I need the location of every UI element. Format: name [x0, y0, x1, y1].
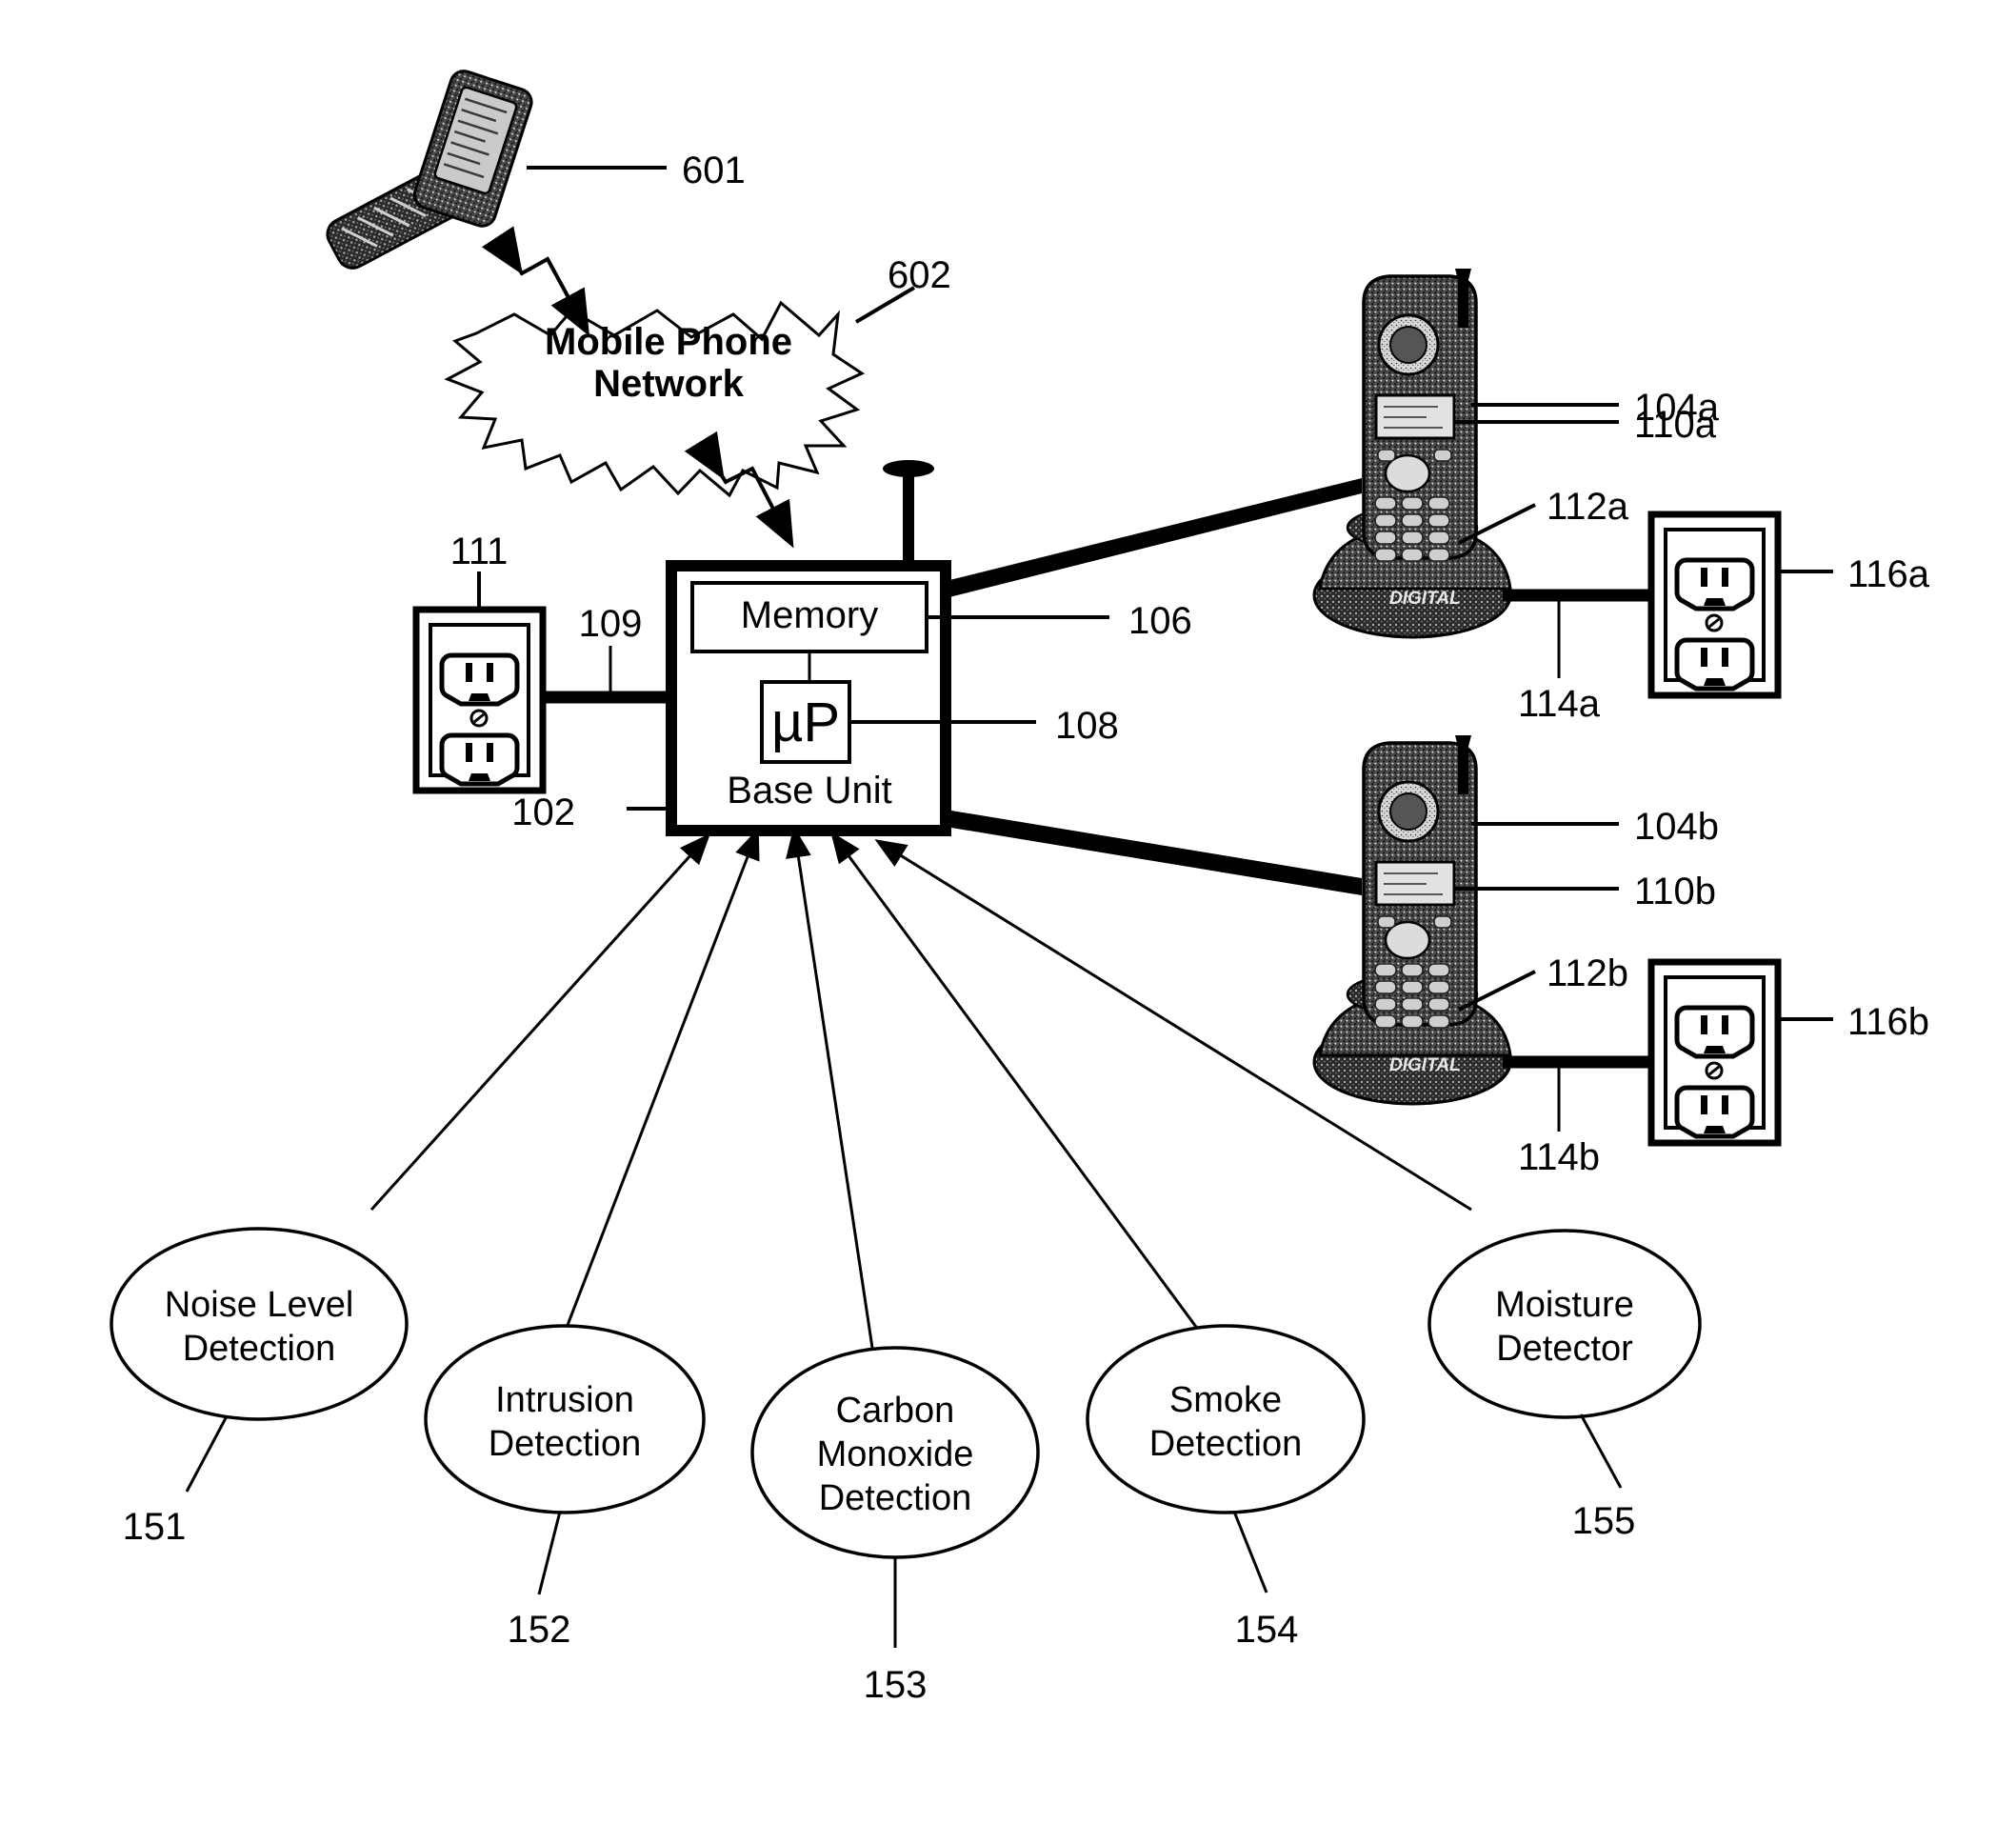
outlet-socket-upper-icon [439, 652, 520, 707]
ref-112b: 112b [1547, 952, 1628, 994]
leader-152 [537, 1511, 562, 1595]
sensor-153-line3: Detection [819, 1478, 972, 1518]
sensor-151-line2: Detection [183, 1329, 336, 1369]
wall-outlet-111 [412, 606, 547, 794]
outlet-socket-upper-icon-116b [1674, 1005, 1755, 1059]
ref-116a: 116a [1847, 553, 1930, 595]
ref-108: 108 [1055, 705, 1119, 747]
outlet-socket-lower-icon-116a [1674, 637, 1755, 692]
sensor-153-line2: Monoxide [817, 1434, 974, 1474]
outlet-socket-lower-icon-116b [1674, 1085, 1755, 1139]
cordless-handset-104a: DIGITAL [1312, 269, 1512, 639]
wall-outlet-116a [1647, 511, 1782, 699]
ref-155: 155 [1572, 1500, 1636, 1542]
ref-152: 152 [508, 1609, 571, 1651]
ref-151: 151 [123, 1506, 187, 1548]
sensor-node-151: Noise Level Detection [110, 1227, 409, 1421]
leader-155 [1579, 1413, 1623, 1489]
outlet-socket-upper-icon-116a [1674, 557, 1755, 611]
sensor-node-153: Carbon Monoxide Detection [750, 1346, 1040, 1559]
ref-601: 601 [682, 150, 746, 191]
rf-link-phone-network [481, 226, 590, 337]
ref-110b: 110b [1634, 871, 1716, 912]
link-153 [786, 826, 880, 1387]
sensor-151-line1: Noise Level [165, 1285, 354, 1325]
link-151 [369, 832, 711, 1212]
ref-154: 154 [1235, 1609, 1299, 1651]
ref-106: 106 [1128, 600, 1192, 642]
svg-text:DIGITAL: DIGITAL [1389, 1055, 1461, 1075]
sensor-154-line1: Smoke [1169, 1380, 1282, 1420]
ref-114b: 114b [1518, 1136, 1600, 1178]
base-unit-label: Base Unit [727, 770, 891, 812]
sensor-152-line1: Intrusion [495, 1380, 634, 1420]
sensor-links [369, 826, 1472, 1387]
cordless-handset-104b: DIGITAL [1312, 735, 1512, 1106]
sensor-node-152: Intrusion Detection [424, 1324, 706, 1514]
ref-110a: 110a [1634, 404, 1717, 446]
sensor-154-line2: Detection [1149, 1424, 1303, 1464]
ref-602: 602 [888, 254, 951, 296]
link-base-104b [946, 810, 1362, 895]
network-label-line2: Network [593, 363, 745, 405]
memory-label: Memory [741, 594, 878, 636]
leader-154 [1232, 1511, 1268, 1593]
patent-figure: 601 Mobile Phone Network 602 Memory µP B… [0, 0, 2016, 1824]
ref-116b: 116b [1847, 1001, 1929, 1043]
sensor-153-line1: Carbon [836, 1391, 955, 1431]
link-152 [558, 827, 760, 1346]
sensor-152-line2: Detection [489, 1424, 642, 1464]
link-base-104a [946, 478, 1362, 598]
outlet-socket-lower-icon [439, 732, 520, 787]
processor-label: µP [771, 692, 840, 753]
base-unit-block: Memory µP Base Unit [666, 560, 951, 836]
ref-112a: 112a [1547, 486, 1629, 528]
base-unit-antenna-icon [883, 460, 934, 570]
link-154 [830, 831, 1211, 1346]
ref-104b: 104b [1634, 806, 1719, 848]
sensor-node-155: Moisture Detector [1427, 1229, 1702, 1419]
ref-111: 111 [450, 531, 509, 572]
sensor-node-154: Smoke Detection [1086, 1324, 1366, 1514]
wall-outlet-116b [1647, 958, 1782, 1147]
ref-153: 153 [864, 1664, 928, 1706]
ref-109: 109 [579, 603, 643, 645]
ref-114a: 114a [1518, 683, 1601, 725]
ref-102: 102 [511, 792, 575, 833]
sensor-155-line2: Detector [1496, 1329, 1633, 1369]
svg-text:DIGITAL: DIGITAL [1389, 589, 1461, 609]
leader-151 [185, 1415, 229, 1493]
sensor-155-line1: Moisture [1495, 1285, 1634, 1325]
mobile-phone-network-burst: Mobile Phone Network [444, 300, 866, 498]
network-label-line1: Mobile Phone [545, 321, 792, 363]
